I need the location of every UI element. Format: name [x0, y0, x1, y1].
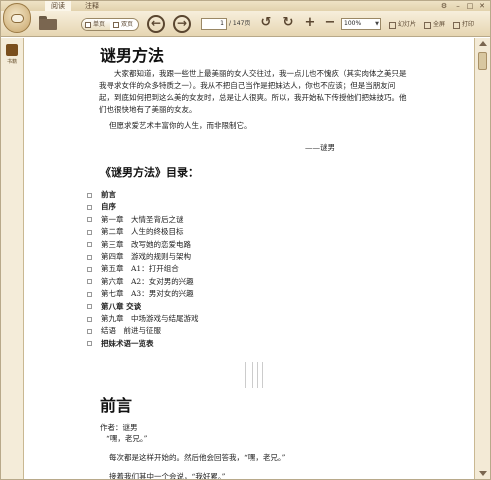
list-item[interactable]: 结语 前进与征服	[87, 325, 199, 337]
toc-heading: 《谜男方法》目录：	[100, 166, 199, 179]
minimize-icon[interactable]: –	[453, 1, 463, 11]
scroll-down-icon[interactable]	[479, 471, 487, 476]
toc-list: 前言 自序 第一章 大情圣背后之谜 第二章 人生的终极目标 第三章 改写她的恋爱…	[87, 189, 199, 350]
list-item[interactable]: 第四章 游戏的规则与架构	[87, 251, 199, 263]
single-page-label: 单页	[93, 21, 106, 28]
list-item[interactable]: 第八章 交谈	[87, 301, 199, 313]
print-label: 打印	[462, 21, 475, 28]
toc-label: 第五章 A1：打开组合	[101, 264, 179, 274]
print-button[interactable]: 打印	[453, 20, 474, 30]
slideshow-icon	[389, 21, 396, 29]
sidebar-item-books[interactable]: 书籍	[4, 44, 20, 70]
open-folder-icon[interactable]	[39, 16, 57, 30]
toc-label: 第六章 A2：女对男的兴趣	[101, 276, 194, 286]
scroll-up-icon[interactable]	[479, 41, 487, 46]
bullet-icon	[87, 304, 92, 310]
next-page-icon[interactable]: →	[173, 15, 191, 33]
chevron-down-icon: ▼	[375, 21, 379, 27]
slideshow-label: 幻灯片	[398, 21, 417, 28]
slideshow-button[interactable]: 幻灯片	[389, 20, 416, 30]
body-paragraph: 接着我们其中一个会说，“我好累。”	[109, 472, 226, 479]
list-item[interactable]: 第三章 改写她的恋爱电路	[87, 239, 199, 251]
page-total: / 147页	[229, 20, 251, 27]
list-item[interactable]: 前言	[87, 189, 199, 201]
toc-label: 第四章 游戏的规则与架构	[101, 251, 191, 261]
maximize-icon[interactable]: □	[465, 1, 475, 11]
tab-annotate[interactable]: 注释	[79, 1, 105, 11]
app-logo[interactable]	[3, 3, 31, 33]
zoom-select[interactable]: 100% ▼	[341, 18, 381, 30]
zoom-value: 100%	[344, 20, 362, 27]
toc-label: 第三章 改写她的恋爱电路	[101, 239, 191, 249]
signature: ——谜男	[305, 143, 335, 152]
toc-label: 第九章 中场游戏与结尾游戏	[101, 313, 199, 323]
bullet-icon	[87, 217, 92, 223]
view-mode-switch: 单页 双页	[81, 18, 140, 31]
settings-icon[interactable]: ⚙	[439, 1, 449, 11]
list-item[interactable]: 把妹术语一览表	[87, 338, 199, 350]
list-item[interactable]: 第五章 A1：打开组合	[87, 263, 199, 275]
toc-label: 第八章 交谈	[101, 301, 142, 311]
toc-label: 前言	[101, 190, 116, 199]
double-page-icon	[113, 21, 120, 28]
bullet-icon	[87, 267, 92, 273]
list-item[interactable]: 第六章 A2：女对男的兴趣	[87, 276, 199, 288]
rotate-right-icon[interactable]: ↻	[281, 16, 295, 30]
list-item[interactable]: 第九章 中场游戏与结尾游戏	[87, 313, 199, 325]
print-icon	[453, 21, 460, 29]
bullet-icon	[87, 341, 92, 347]
scroll-thumb[interactable]	[478, 52, 487, 70]
intro-paragraph: 大家都知道，我跟一些世上最美丽的女人交往过，我一点儿也不愧疚（其实肉体之美只是我…	[99, 69, 407, 114]
sidebar-item-label: 书籍	[6, 59, 17, 65]
quote-line: “嘿，老兄。”	[106, 434, 148, 443]
single-page-button[interactable]: 单页	[82, 19, 111, 30]
document-view: 谜男方法 大家都知道，我跟一些世上最美丽的女人交往过，我一点儿也不愧疚（其实肉体…	[25, 38, 474, 479]
body-paragraph: 每次都是这样开始的。然后他会回答我，“嘿，老兄。”	[109, 453, 286, 462]
bullet-icon	[87, 316, 92, 322]
rotate-left-icon[interactable]: ↺	[259, 16, 273, 30]
bullet-icon	[87, 242, 92, 248]
vertical-scrollbar[interactable]	[474, 38, 490, 479]
book-title: 谜男方法	[100, 46, 165, 65]
close-icon[interactable]: ✕	[477, 1, 487, 11]
page-number-input[interactable]: 1	[201, 18, 227, 30]
list-item[interactable]: 第七章 A3：男对女的兴趣	[87, 288, 199, 300]
toolbar: 单页 双页 ← → 1 / 147页 ↺ ↻ + − 100% ▼ 幻灯片 全屏	[1, 3, 490, 37]
list-item[interactable]: 第一章 大情圣背后之谜	[87, 214, 199, 226]
fullscreen-icon	[424, 21, 431, 29]
double-page-label: 双页	[121, 21, 134, 28]
wish-line: 但愿求爱艺术丰富你的人生，而非限制它。	[109, 121, 252, 130]
single-page-icon	[85, 21, 91, 28]
zoom-out-icon[interactable]: −	[323, 16, 337, 30]
preface-title: 前言	[100, 396, 133, 415]
list-item[interactable]: 自序	[87, 201, 199, 213]
toc-label: 把妹术语一览表	[101, 338, 154, 348]
zoom-in-icon[interactable]: +	[303, 16, 317, 30]
toc-label: 第七章 A3：男对女的兴趣	[101, 289, 194, 299]
toc-label: 第二章 人生的终极目标	[101, 227, 184, 237]
toc-label: 自序	[101, 202, 116, 212]
tab-read[interactable]: 阅读	[45, 1, 71, 11]
fullscreen-button[interactable]: 全屏	[424, 20, 445, 30]
bullet-icon	[87, 205, 92, 211]
page-break-separator	[245, 362, 263, 388]
app-window: 阅读 注释 ⚙ – □ ✕ 单页 双页 ← → 1 / 147页 ↺ ↻ + −	[0, 0, 491, 480]
toc-label: 结语 前进与征服	[101, 326, 161, 336]
bullet-icon	[87, 279, 92, 285]
bullet-icon	[87, 328, 92, 334]
bullet-icon	[87, 291, 92, 297]
toc-label: 第一章 大情圣背后之谜	[101, 214, 184, 224]
previous-page-icon[interactable]: ←	[147, 15, 165, 33]
fullscreen-label: 全屏	[433, 21, 446, 28]
list-item[interactable]: 第二章 人生的终极目标	[87, 226, 199, 238]
author-line: 作者：谜男	[100, 423, 138, 432]
side-panel: 书籍 目录	[1, 38, 37, 479]
double-page-button[interactable]: 双页	[110, 19, 138, 30]
bullet-icon	[87, 192, 92, 198]
bullet-icon	[87, 229, 92, 235]
book-icon	[6, 44, 18, 56]
menu-bar: 阅读 注释 ⚙ – □ ✕	[1, 1, 490, 11]
bullet-icon	[87, 254, 92, 260]
